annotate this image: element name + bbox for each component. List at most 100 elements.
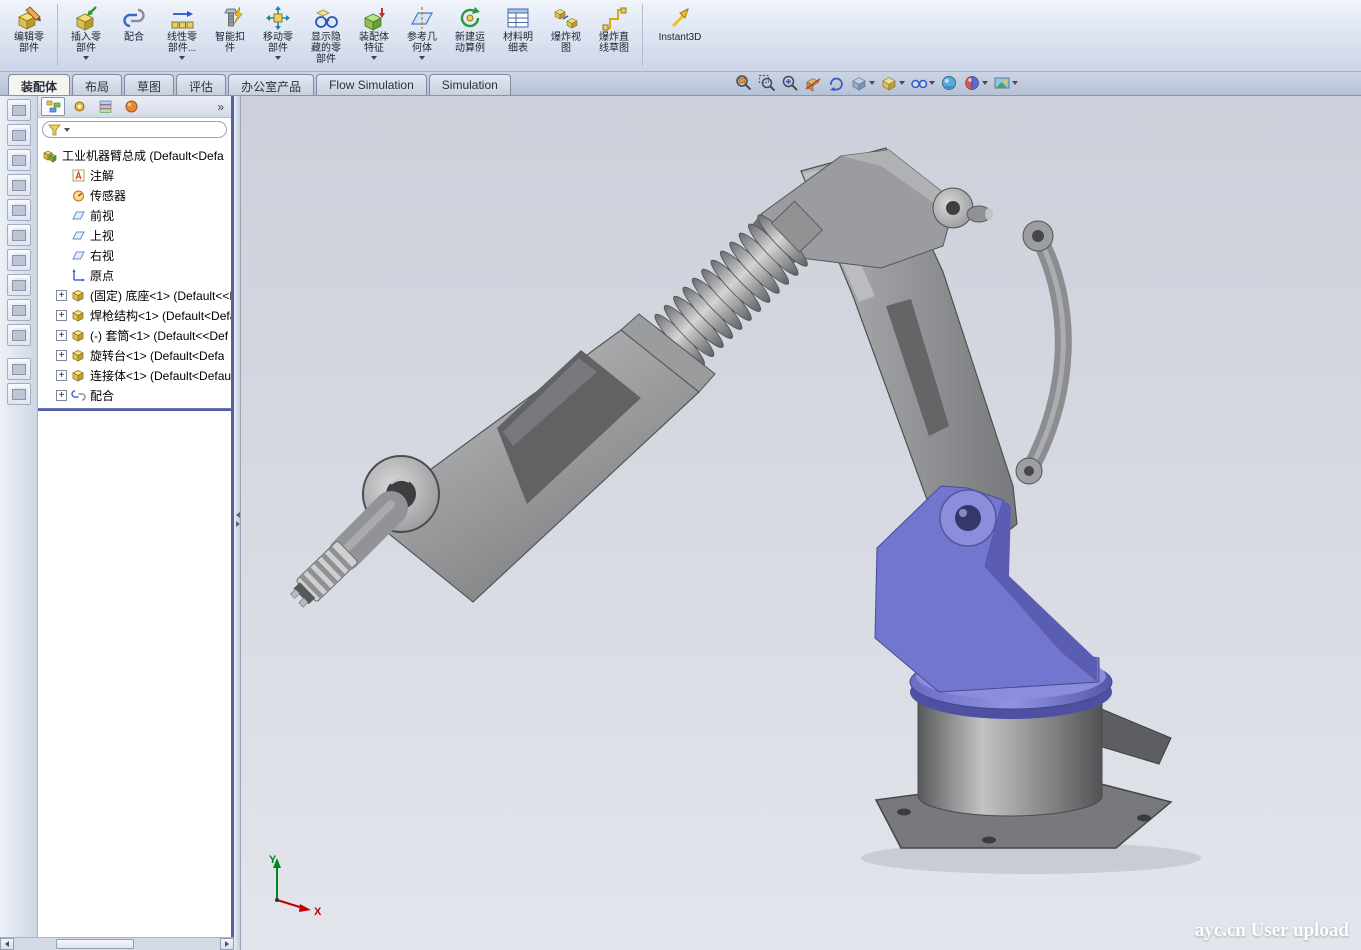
panel-horizontal-scrollbar[interactable]: [0, 937, 234, 950]
scrollbar-thumb[interactable]: [56, 939, 134, 949]
side-toolbar-button-6[interactable]: [7, 224, 31, 246]
scroll-right-button[interactable]: [220, 938, 234, 950]
curved-link-part[interactable]: [1016, 221, 1063, 484]
toolbar-button-edit-component[interactable]: 编辑零 部件: [6, 3, 52, 69]
tab-flow-simulation[interactable]: Flow Simulation: [316, 74, 427, 95]
sensors-icon: [71, 188, 86, 203]
toolbar-button-mate[interactable]: 配合: [111, 3, 157, 69]
camera-scene-icon[interactable]: [993, 74, 1018, 92]
tree-item-top-plane[interactable]: 上视: [38, 225, 231, 245]
dropdown-arrow-icon[interactable]: [869, 81, 875, 85]
robot-arm-model[interactable]: [241, 96, 1361, 950]
expand-icon[interactable]: +: [56, 290, 67, 301]
connector-bracket-part[interactable]: [875, 486, 1099, 692]
toolbar-button-move-component[interactable]: 移动零 部件: [255, 3, 301, 69]
side-toolbar-button-8[interactable]: [7, 274, 31, 296]
rotate-view-icon[interactable]: [827, 74, 845, 92]
featuremanager-tab[interactable]: [41, 97, 65, 116]
dropdown-arrow-icon[interactable]: [179, 56, 185, 60]
toolbar-button-instant3d[interactable]: Instant3D: [648, 3, 712, 69]
tab-layout[interactable]: 布局: [72, 74, 122, 95]
tree-item-rotary-table-component[interactable]: + 旋转台<1> (Default<Defa: [38, 345, 231, 365]
panel-splitter[interactable]: [234, 96, 241, 950]
expand-icon[interactable]: +: [56, 330, 67, 341]
tree-item-base-component[interactable]: + (固定) 底座<1> (Default<<D: [38, 285, 231, 305]
toolbar-button-new-motion-study[interactable]: 新建运 动算例: [447, 3, 493, 69]
toolbar-button-insert-components[interactable]: 插入零 部件: [63, 3, 109, 69]
toolbar-button-bill-of-materials[interactable]: 材料明 细表: [495, 3, 541, 69]
section-view-icon[interactable]: [804, 74, 822, 92]
expand-icon[interactable]: +: [56, 350, 67, 361]
tab-office-products[interactable]: 办公室产品: [228, 74, 314, 95]
side-toolbar-button-12[interactable]: [7, 383, 31, 405]
side-toolbar-button-1[interactable]: [7, 99, 31, 121]
forearm-part[interactable]: [363, 314, 715, 602]
tree-pane-splitter[interactable]: [38, 408, 231, 411]
tree-filter-box[interactable]: [42, 121, 227, 138]
zoom-in-out-icon[interactable]: [781, 74, 799, 92]
side-toolbar-button-9[interactable]: [7, 299, 31, 321]
explode-line-sketch-icon: [601, 5, 627, 31]
tree-item-front-plane[interactable]: 前视: [38, 205, 231, 225]
toolbar-button-assembly-features[interactable]: 装配体 特征: [351, 3, 397, 69]
tree-item-weld-gun-component[interactable]: + 焊枪结构<1> (Default<Defa: [38, 305, 231, 325]
side-toolbar-button-5[interactable]: [7, 199, 31, 221]
plane-icon: [71, 208, 86, 223]
toolbar-button-label: 材料明 细表: [503, 32, 533, 54]
propertymanager-tab[interactable]: [67, 97, 91, 116]
toolbar-button-show-hidden-components[interactable]: 显示隐 藏的零 部件: [303, 3, 349, 69]
wrist-gripper-part[interactable]: [286, 504, 391, 611]
tab-assembly[interactable]: 装配体: [8, 74, 70, 95]
insert-components-icon: [73, 5, 99, 31]
splitter-handle-icon[interactable]: [234, 506, 241, 532]
toolbar-button-linear-component-pattern[interactable]: 线性零 部件...: [159, 3, 205, 69]
tab-simulation[interactable]: Simulation: [429, 74, 511, 95]
expand-icon[interactable]: +: [56, 370, 67, 381]
expand-icon[interactable]: +: [56, 390, 67, 401]
toolbar-button-exploded-view[interactable]: 爆炸视 图: [543, 3, 589, 69]
side-toolbar-button-4[interactable]: [7, 174, 31, 196]
edit-appearance-icon[interactable]: [963, 74, 988, 92]
tree-item-label: 原点: [90, 267, 114, 284]
dropdown-arrow-icon[interactable]: [1012, 81, 1018, 85]
tree-item-right-plane[interactable]: 右视: [38, 245, 231, 265]
side-toolbar-button-10[interactable]: [7, 324, 31, 346]
dropdown-arrow-icon[interactable]: [83, 56, 89, 60]
dropdown-arrow-icon[interactable]: [899, 81, 905, 85]
expand-icon[interactable]: +: [56, 310, 67, 321]
tree-item-mates[interactable]: + 配合: [38, 385, 231, 405]
apply-scene-icon[interactable]: [940, 74, 958, 92]
toolbar-button-reference-geometry[interactable]: 参考几 何体: [399, 3, 445, 69]
toolbar-button-explode-line-sketch[interactable]: 爆炸直 线草图: [591, 3, 637, 69]
display-style-icon[interactable]: [880, 74, 905, 92]
graphics-viewport[interactable]: Y X ayc.cn User upload: [241, 96, 1361, 950]
zoom-to-fit-icon[interactable]: [735, 74, 753, 92]
tree-item-sleeve-component[interactable]: + (-) 套筒<1> (Default<<Def: [38, 325, 231, 345]
dropdown-arrow-icon[interactable]: [419, 56, 425, 60]
hide-show-items-icon[interactable]: [910, 74, 935, 92]
zoom-to-area-icon[interactable]: [758, 74, 776, 92]
dropdown-arrow-icon[interactable]: [371, 56, 377, 60]
dropdown-arrow-icon[interactable]: [275, 56, 281, 60]
configurationmanager-tab[interactable]: [93, 97, 117, 116]
tree-item-sensors[interactable]: 传感器: [38, 185, 231, 205]
dropdown-arrow-icon[interactable]: [982, 81, 988, 85]
side-toolbar-button-3[interactable]: [7, 149, 31, 171]
side-toolbar-button-2[interactable]: [7, 124, 31, 146]
tree-item-assembly-root[interactable]: 工业机器臂总成 (Default<Defa: [38, 145, 231, 165]
tab-sketch[interactable]: 草图: [124, 74, 174, 95]
filter-dropdown-arrow-icon[interactable]: [64, 128, 70, 132]
side-toolbar-button-7[interactable]: [7, 249, 31, 271]
panel-tabs-overflow-chevron[interactable]: »: [213, 100, 228, 114]
scroll-left-button[interactable]: [0, 938, 14, 950]
tree-item-connector-component[interactable]: + 连接体<1> (Default<Defaul: [38, 365, 231, 385]
tree-item-annotations[interactable]: 注解: [38, 165, 231, 185]
view-orientation-icon[interactable]: [850, 74, 875, 92]
displaymanager-tab[interactable]: [119, 97, 143, 116]
side-toolbar-button-11[interactable]: [7, 358, 31, 380]
tree-item-origin[interactable]: 原点: [38, 265, 231, 285]
component-icon: [71, 348, 86, 363]
toolbar-button-smart-fasteners[interactable]: 智能扣 件: [207, 3, 253, 69]
dropdown-arrow-icon[interactable]: [929, 81, 935, 85]
tab-evaluate[interactable]: 评估: [176, 74, 226, 95]
